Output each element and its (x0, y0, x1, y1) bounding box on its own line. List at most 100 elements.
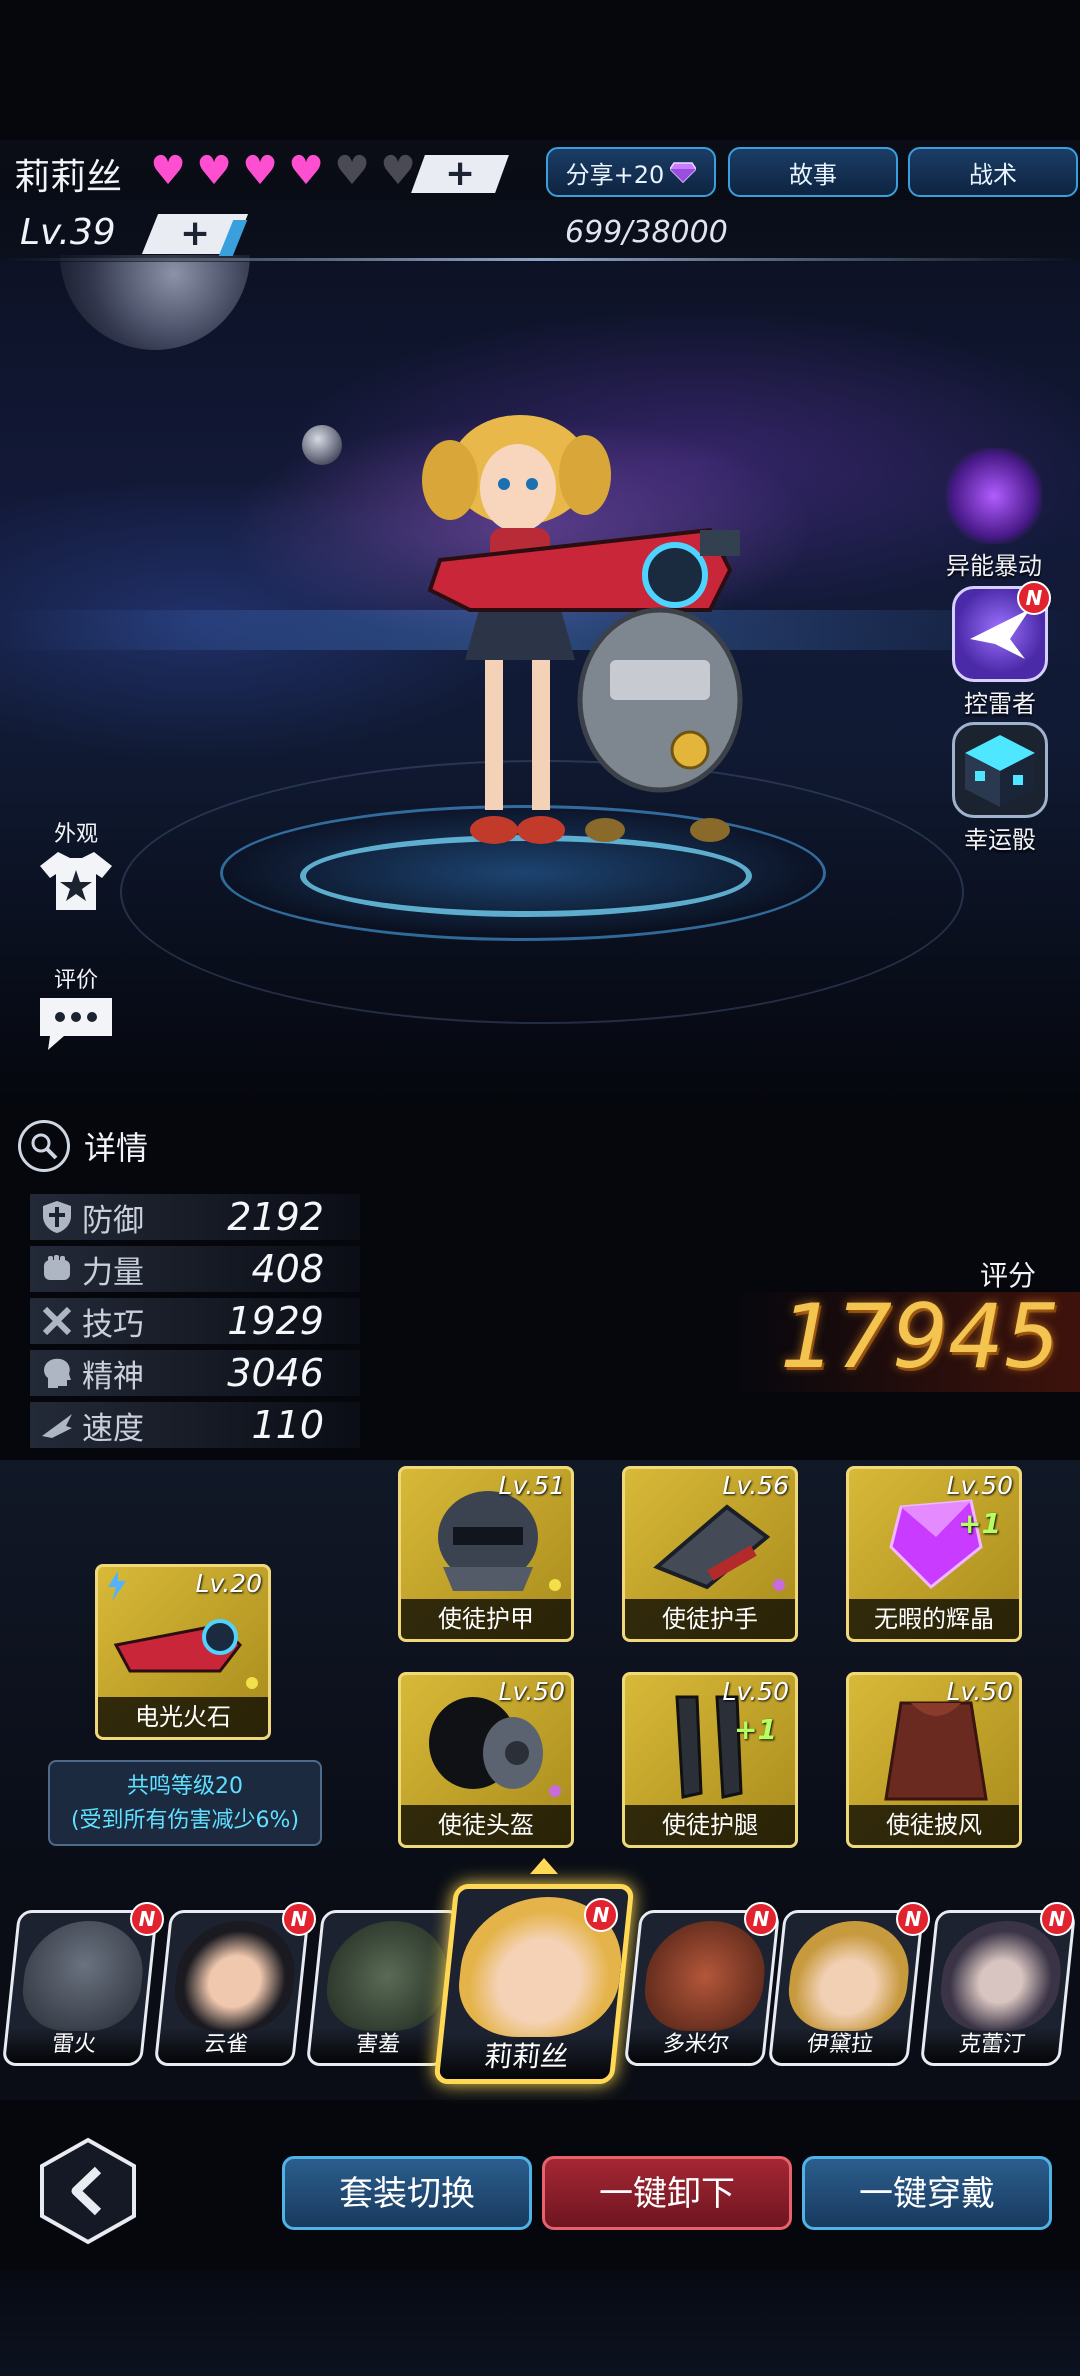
heart-full-icon: ♥ (150, 148, 186, 194)
resonance-info: 共鸣等级20 (受到所有伤害减少6%) (48, 1760, 322, 1846)
experience-counter: 699/38000 (565, 215, 728, 250)
equip-slot-armor[interactable]: Lv.51 使徒护甲 (398, 1466, 574, 1642)
new-badge: N (1017, 581, 1051, 615)
helmet-icon (429, 1697, 543, 1789)
appearance-label: 外观 (53, 822, 98, 847)
equip-slot-cape[interactable]: Lv.50 使徒披风 (846, 1672, 1022, 1848)
stat-name: 力量 (82, 1254, 144, 1291)
skill-psychic-riot[interactable]: 异能暴动 (940, 448, 1048, 581)
dice-icon (952, 722, 1048, 818)
item-name: 无暇的辉晶 (849, 1599, 1019, 1639)
new-badge: N (130, 1902, 164, 1936)
new-badge: N (896, 1902, 930, 1936)
hero-portrait (170, 1921, 301, 2031)
share-button[interactable]: 分享+20 (546, 147, 716, 197)
resonance-level: 共鸣等级20 (127, 1774, 243, 1799)
armor-icon (438, 1491, 538, 1591)
new-badge: N (282, 1902, 316, 1936)
tactics-button[interactable]: 战术 (908, 147, 1078, 197)
switch-set-button[interactable]: 套装切换 (282, 2156, 532, 2230)
story-label: 故事 (789, 160, 837, 189)
skill-lucky-dice[interactable]: 幸运骰 (946, 722, 1054, 855)
skill-label: 控雷者 (964, 690, 1036, 718)
tactics-label: 战术 (969, 160, 1017, 189)
search-icon (31, 1133, 58, 1160)
selected-arrow-icon (530, 1858, 558, 1874)
hero-name: 云雀 (157, 2027, 295, 2063)
rarity-dot (773, 1579, 785, 1591)
roster-hero[interactable]: 伊黛拉 (767, 1910, 925, 2066)
enhance-plus: +1 (958, 1507, 1001, 1540)
heart-empty-icon: ♥ (380, 148, 416, 194)
affection-hearts: ♥ ♥ ♥ ♥ ♥ ♥ (148, 148, 418, 194)
stat-value: 3046 (227, 1351, 324, 1395)
equip-slot-gauntlet[interactable]: Lv.56 使徒护手 (622, 1466, 798, 1642)
review-button[interactable]: 评价 (28, 962, 124, 1058)
greaves-icon (675, 1695, 743, 1799)
stat-value: 1929 (227, 1299, 324, 1343)
weapon-slot[interactable]: Lv.20 电光火石 (95, 1564, 271, 1740)
planet-small (302, 425, 342, 465)
item-name: 使徒头盔 (401, 1805, 571, 1845)
details-label: 详情 (84, 1129, 149, 1167)
equip-slot-helmet[interactable]: Lv.50 使徒头盔 (398, 1672, 574, 1848)
hero-portrait (640, 1921, 771, 2031)
equip-all-button[interactable]: 一键穿戴 (802, 2156, 1052, 2230)
back-button[interactable] (36, 2136, 140, 2246)
skill-thunder-controller[interactable]: N 控雷者 (946, 581, 1054, 719)
shield-icon (43, 1201, 71, 1233)
stat-name: 精神 (82, 1358, 144, 1395)
lightning-icon (108, 1571, 126, 1601)
purple-burst-icon (946, 448, 1042, 544)
unequip-all-button[interactable]: 一键卸下 (542, 2156, 792, 2230)
heart-full-icon: ♥ (242, 148, 278, 194)
gem-icon (670, 162, 697, 183)
hero-portrait (936, 1921, 1067, 2031)
stat-row-skill: 技巧 1929 (30, 1298, 360, 1344)
details-button[interactable]: 详情 (18, 1120, 148, 1172)
add-affection-button[interactable]: + (411, 153, 509, 194)
plus-icon: + (179, 213, 211, 254)
stat-value: 110 (251, 1403, 324, 1447)
item-level: Lv.50 (946, 1471, 1013, 1500)
stat-row-defense: 防御 2192 (30, 1194, 360, 1240)
story-button[interactable]: 故事 (728, 147, 898, 197)
character-level: Lv.39 (20, 212, 116, 253)
stat-row-strength: 力量 408 (30, 1246, 360, 1292)
crystal-icon (889, 1499, 983, 1590)
rarity-dot (549, 1579, 561, 1591)
review-label: 评价 (53, 968, 98, 993)
plus-icon: + (444, 153, 476, 194)
roster-hero[interactable]: 雷火 (1, 1910, 159, 2066)
item-level: Lv.50 (498, 1677, 565, 1706)
gauntlet-icon (653, 1504, 771, 1590)
item-name: 使徒护手 (625, 1599, 795, 1639)
tools-icon (42, 1306, 72, 1336)
rarity-dot (549, 1785, 561, 1797)
wing-icon (42, 1414, 72, 1438)
cape-icon (884, 1701, 988, 1801)
heart-empty-icon: ♥ (334, 148, 370, 194)
roster-hero[interactable]: 云雀 (153, 1910, 311, 2066)
stat-value: 2192 (227, 1195, 324, 1239)
stat-name: 防御 (82, 1202, 144, 1239)
hero-portrait (784, 1921, 915, 2031)
hero-name: 莉莉丝 (439, 2035, 614, 2079)
item-name: 使徒披风 (849, 1805, 1019, 1845)
equip-slot-crystal[interactable]: Lv.50 +1 无暇的辉晶 (846, 1466, 1022, 1642)
hero-name: 雷火 (5, 2027, 143, 2063)
skill-label: 异能暴动 (946, 552, 1042, 580)
skill-label: 幸运骰 (964, 826, 1036, 854)
hero-name: 伊黛拉 (771, 2027, 909, 2063)
stat-name: 技巧 (82, 1306, 144, 1343)
item-level: Lv.50 (722, 1677, 789, 1706)
resonance-effect: (受到所有伤害减少6%) (70, 1808, 300, 1833)
appearance-button[interactable]: 外观 (28, 816, 124, 918)
equip-slot-greaves[interactable]: Lv.50 +1 使徒护腿 (622, 1672, 798, 1848)
item-level: Lv.20 (195, 1569, 262, 1598)
gun-icon (113, 1619, 242, 1673)
hero-portrait (322, 1921, 453, 2031)
stat-value: 408 (251, 1247, 324, 1291)
tshirt-icon (40, 852, 112, 910)
hero-portrait (18, 1921, 149, 2031)
